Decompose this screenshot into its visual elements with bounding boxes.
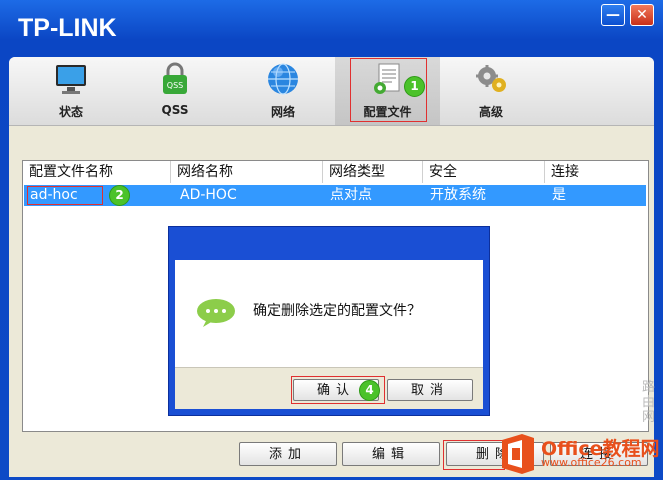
step-badge-1: 1 <box>404 76 425 97</box>
cell-network-name: AD-HOC <box>180 187 237 203</box>
monitor-icon <box>56 65 86 94</box>
column-header-profile-name[interactable]: 配置文件名称 <box>23 161 171 183</box>
tab-advanced-label: 高级 <box>478 105 503 119</box>
cell-connection: 是 <box>552 187 566 203</box>
tab-qss-label: QSS <box>161 103 189 117</box>
brand-logo: TP-LINK <box>18 14 117 42</box>
add-button[interactable]: 添加 <box>239 442 337 466</box>
tab-status-label: 状态 <box>58 105 83 119</box>
office-logo-icon <box>502 434 534 474</box>
tab-network[interactable]: 网络 <box>233 57 333 125</box>
dialog-cancel-button[interactable]: 取消 <box>387 379 473 401</box>
globe-icon <box>268 63 298 95</box>
minimize-button[interactable]: — <box>601 4 625 26</box>
qss-lock-icon: QSS <box>163 62 187 94</box>
tab-network-label: 网络 <box>270 105 295 119</box>
tab-qss[interactable]: QSS QSS <box>125 57 225 125</box>
column-header-network-type[interactable]: 网络类型 <box>323 161 423 183</box>
step-badge-4: 4 <box>359 380 380 401</box>
cell-security: 开放系统 <box>430 187 486 203</box>
column-header-connection[interactable]: 连接 <box>545 161 646 183</box>
tab-advanced[interactable]: 高级 <box>441 57 541 125</box>
dialog-message: 确定删除选定的配置文件？ <box>253 303 421 319</box>
cell-network-type: 点对点 <box>330 187 372 203</box>
column-header-network-name[interactable]: 网络名称 <box>171 161 323 183</box>
speech-bubble-icon <box>197 299 235 327</box>
watermark-side-text: 路由网 <box>642 380 656 425</box>
column-header-security[interactable]: 安全 <box>423 161 545 183</box>
tab-bar: 状态 QSS QSS 网络 配置文件 高级 <box>9 57 654 126</box>
step-highlight-delete <box>443 440 505 470</box>
step-badge-2: 2 <box>109 185 130 206</box>
gears-icon <box>476 65 506 92</box>
qss-icon-text: QSS <box>167 81 183 90</box>
edit-button[interactable]: 编辑 <box>342 442 440 466</box>
watermark-url: www.office26.com <box>541 456 642 469</box>
close-button[interactable]: ✕ <box>630 4 654 26</box>
tab-status[interactable]: 状态 <box>21 57 121 125</box>
step-highlight-row <box>27 186 103 205</box>
